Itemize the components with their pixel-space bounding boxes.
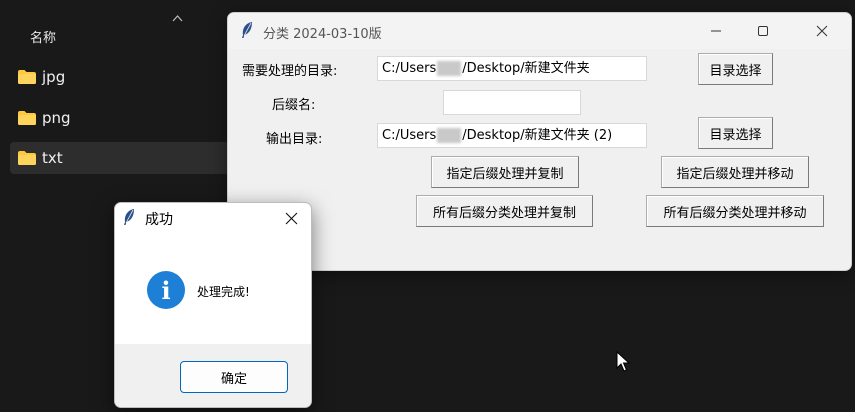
dialog-title: 成功 xyxy=(145,212,173,228)
dialog-close-button[interactable] xyxy=(281,208,301,228)
source-dir-field[interactable]: C:/Users/Desktop/新建文件夹 xyxy=(377,56,647,81)
minimize-button[interactable] xyxy=(701,19,731,43)
file-name: txt xyxy=(42,149,63,167)
title-bar[interactable]: 分类 2024-03-10版 xyxy=(228,13,851,49)
ok-button[interactable]: 确定 xyxy=(180,361,288,393)
copy-by-suffix-button[interactable]: 指定后缀处理并复制 xyxy=(431,156,579,188)
redacted-username xyxy=(437,61,462,76)
file-row-png[interactable]: png xyxy=(10,102,230,134)
source-path-suffix: /Desktop/新建文件夹 xyxy=(462,61,590,76)
move-by-suffix-button[interactable]: 指定后缀处理并移动 xyxy=(661,156,809,188)
file-name: png xyxy=(42,109,71,127)
source-dir-label: 需要处理的目录: xyxy=(242,64,338,79)
file-row-jpg[interactable]: jpg xyxy=(10,61,230,93)
success-dialog: 成功 i 处理完成! 确定 xyxy=(114,202,312,408)
output-dir-field[interactable]: C:/Users/Desktop/新建文件夹 (2) xyxy=(377,123,647,148)
output-path-suffix: /Desktop/新建文件夹 (2) xyxy=(462,128,613,143)
file-row-txt[interactable]: txt xyxy=(10,142,230,174)
suffix-field[interactable] xyxy=(443,90,581,115)
close-button[interactable] xyxy=(807,19,837,43)
output-dir-label: 输出目录: xyxy=(266,132,323,147)
window-title: 分类 2024-03-10版 xyxy=(263,27,382,42)
move-all-button[interactable]: 所有后缀分类处理并移动 xyxy=(646,195,824,227)
sort-ascending-icon[interactable] xyxy=(172,14,183,25)
main-window: 分类 2024-03-10版 需要处理的目录: C:/Users/Desktop… xyxy=(227,12,852,271)
copy-all-button[interactable]: 所有后缀分类处理并复制 xyxy=(416,195,593,227)
dialog-message: 处理完成! xyxy=(197,285,250,299)
source-path-prefix: C:/Users xyxy=(382,61,437,76)
folder-icon xyxy=(18,111,36,125)
output-path-prefix: C:/Users xyxy=(382,128,437,143)
browse-output-button[interactable]: 目录选择 xyxy=(698,117,773,149)
maximize-button[interactable] xyxy=(748,19,778,43)
info-icon: i xyxy=(147,271,185,309)
suffix-label: 后缀名: xyxy=(272,98,316,113)
folder-icon xyxy=(18,70,36,84)
column-header-name[interactable]: 名称 xyxy=(30,27,56,46)
mouse-cursor-icon xyxy=(616,350,631,377)
feather-icon xyxy=(240,21,254,43)
feather-icon xyxy=(122,208,136,230)
browse-source-button[interactable]: 目录选择 xyxy=(698,53,773,85)
folder-icon xyxy=(18,151,36,165)
redacted-username xyxy=(437,128,462,143)
dialog-footer: 确定 xyxy=(115,344,311,407)
file-name: jpg xyxy=(42,68,66,86)
